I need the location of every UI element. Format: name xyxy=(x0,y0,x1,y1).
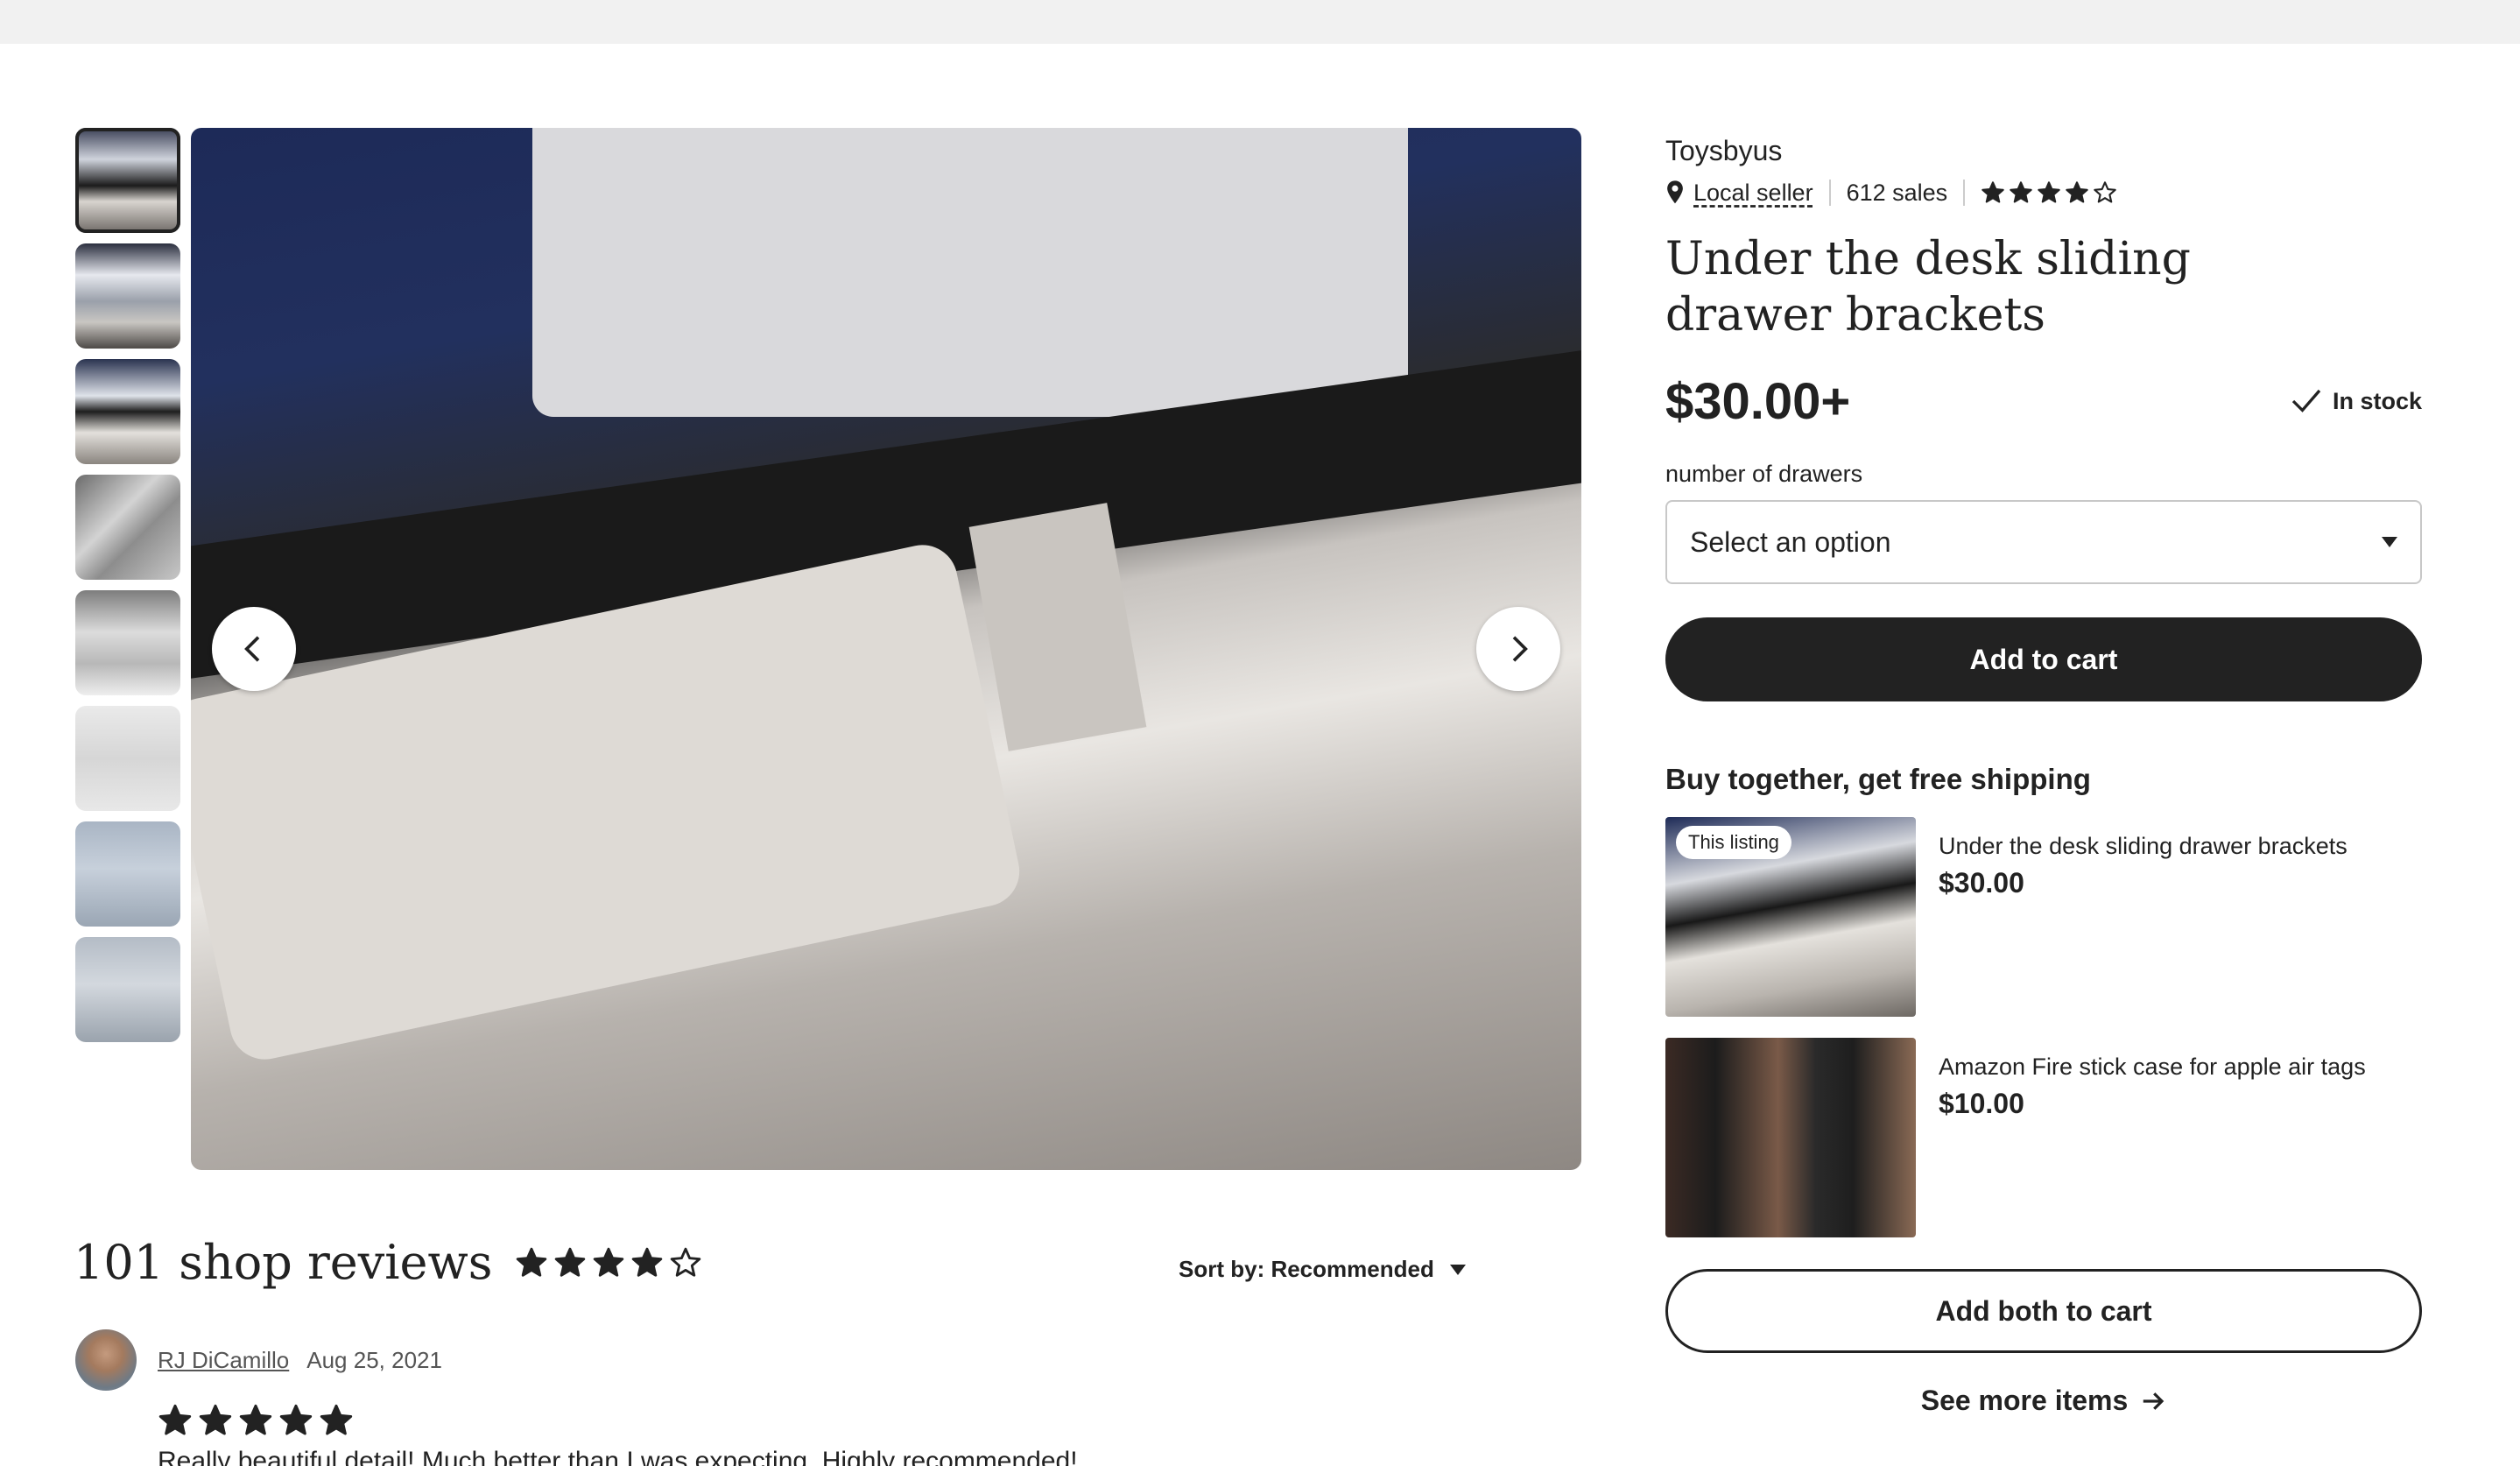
thumbnail-list xyxy=(75,128,180,1053)
thumbnail-5[interactable] xyxy=(75,590,180,695)
caret-down-icon xyxy=(1449,1264,1466,1275)
star-filled-icon xyxy=(594,1247,624,1277)
main-product-image[interactable] xyxy=(191,128,1581,1170)
top-banner xyxy=(0,0,2520,44)
previous-image-button[interactable] xyxy=(212,607,296,691)
star-filled-icon xyxy=(2038,181,2060,203)
image-monitor-shape xyxy=(532,128,1408,417)
sort-label: Sort by: Recommended xyxy=(1179,1256,1434,1282)
star-filled-icon xyxy=(2066,181,2088,203)
see-more-label: See more items xyxy=(1920,1385,2129,1416)
thumbnail-3[interactable] xyxy=(75,359,180,464)
sort-dropdown[interactable]: Sort by: Recommended xyxy=(1179,1256,1466,1283)
star-filled-icon xyxy=(632,1247,663,1277)
chevron-left-icon xyxy=(244,636,260,662)
reviews-rating-stars xyxy=(515,1246,702,1279)
add-both-to-cart-button[interactable]: Add both to cart xyxy=(1665,1269,2422,1353)
check-icon xyxy=(2291,389,2321,412)
bundle-item-image[interactable]: This listing xyxy=(1665,817,1916,1017)
star-empty-icon xyxy=(2094,181,2116,203)
caret-down-icon xyxy=(2382,537,2397,547)
thumbnail-8[interactable] xyxy=(75,937,180,1042)
bundle-title: Buy together, get free shipping xyxy=(1665,763,2091,795)
star-filled-icon xyxy=(239,1404,272,1435)
stock-label: In stock xyxy=(2332,387,2422,414)
avatar xyxy=(75,1329,137,1391)
divider xyxy=(1828,180,1831,206)
add-to-cart-button[interactable]: Add to cart xyxy=(1665,617,2422,701)
review-header: RJ DiCamillo Aug 25, 2021 xyxy=(75,1329,1476,1391)
chevron-right-icon xyxy=(1512,636,1528,662)
drawer-count-select[interactable]: Select an option xyxy=(1665,500,2422,584)
shop-meta: Local seller 612 sales xyxy=(1665,173,2422,212)
arrow-right-icon xyxy=(2143,1392,2165,1410)
review-text: Really beautiful detail! Much better tha… xyxy=(158,1447,1078,1466)
star-filled-icon xyxy=(158,1404,192,1435)
option-label: number of drawers xyxy=(1665,461,1863,487)
bundle-item-info: Under the desk sliding drawer brackets $… xyxy=(1939,817,2348,1017)
review-date: Aug 25, 2021 xyxy=(306,1346,442,1373)
thumbnail-7[interactable] xyxy=(75,821,180,927)
star-filled-icon xyxy=(320,1404,353,1435)
star-filled-icon xyxy=(199,1404,232,1435)
map-pin-icon xyxy=(1667,180,1683,204)
star-filled-icon xyxy=(517,1247,547,1277)
reviewer-name-link[interactable]: RJ DiCamillo xyxy=(158,1347,289,1374)
listing-panel: Toysbyus Local seller 612 sales Under th… xyxy=(1665,128,2422,1417)
select-value: Select an option xyxy=(1690,525,1891,558)
shop-name-link[interactable]: Toysbyus xyxy=(1665,128,2422,173)
bundle-item-price: $10.00 xyxy=(1939,1088,2024,1119)
star-empty-icon xyxy=(671,1247,701,1277)
reviews-header: 101 shop reviews xyxy=(74,1235,702,1290)
shop-rating-stars[interactable] xyxy=(1981,180,2117,205)
star-filled-icon xyxy=(1982,181,2004,203)
thumbnail-4[interactable] xyxy=(75,475,180,580)
star-filled-icon xyxy=(279,1404,313,1435)
bundle-item-image[interactable] xyxy=(1665,1038,1916,1237)
star-filled-icon xyxy=(2010,181,2032,203)
local-seller-label[interactable]: Local seller xyxy=(1693,180,1813,207)
listing-title: Under the desk sliding drawer brackets xyxy=(1665,233,2191,342)
review-rating-stars xyxy=(158,1403,1476,1438)
reviews-title: 101 shop reviews xyxy=(74,1235,493,1290)
divider xyxy=(1963,180,1966,206)
bundle-item-info: Amazon Fire stick case for apple air tag… xyxy=(1939,1038,2366,1237)
stock-status: In stock xyxy=(2291,388,2422,415)
sales-count: 612 sales xyxy=(1846,179,1948,206)
review-item: RJ DiCamillo Aug 25, 2021 Really beautif… xyxy=(75,1329,1476,1466)
thumbnail-1[interactable] xyxy=(75,128,180,233)
this-listing-badge: This listing xyxy=(1676,826,1791,859)
next-image-button[interactable] xyxy=(1476,607,1560,691)
listing-price: $30.00+ xyxy=(1665,372,1851,430)
thumbnail-2[interactable] xyxy=(75,243,180,349)
see-more-items-link[interactable]: See more items xyxy=(1665,1385,2422,1417)
star-filled-icon xyxy=(555,1247,586,1277)
thumbnail-6[interactable] xyxy=(75,706,180,811)
bundle-item[interactable]: This listing Under the desk sliding draw… xyxy=(1665,817,2422,1017)
price-row: $30.00+ In stock xyxy=(1665,366,2422,436)
bundle-item-name[interactable]: Amazon Fire stick case for apple air tag… xyxy=(1939,1054,2366,1081)
bundle-item-name[interactable]: Under the desk sliding drawer brackets xyxy=(1939,833,2348,860)
bundle-item-price: $30.00 xyxy=(1939,867,2024,899)
bundle-item[interactable]: Amazon Fire stick case for apple air tag… xyxy=(1665,1038,2422,1237)
